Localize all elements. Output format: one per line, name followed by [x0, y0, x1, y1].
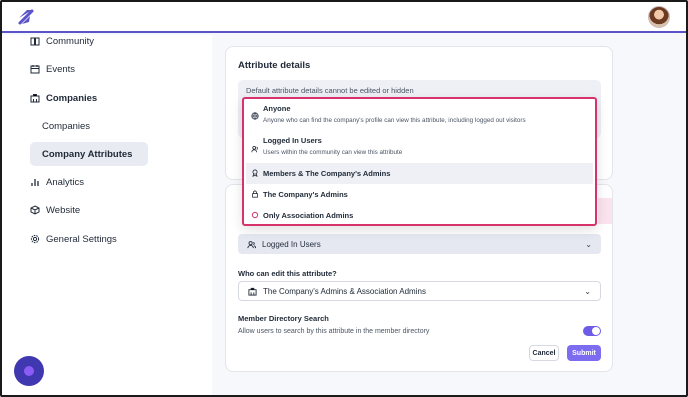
sidebar-item-label: General Settings: [46, 233, 117, 245]
sidebar-item-companies[interactable]: Companies: [30, 86, 97, 110]
option-label: Members & The Company's Admins: [263, 169, 391, 178]
member-search-label: Member Directory Search: [238, 314, 329, 323]
sidebar-item-label: Community: [46, 35, 95, 47]
building-icon: [248, 287, 257, 296]
chat-icon: [24, 366, 34, 376]
chevron-down-icon: ⌄: [585, 239, 592, 249]
member-search-help: Allow users to search by this attribute …: [238, 328, 430, 335]
view-permission-value: Logged In Users: [262, 239, 321, 249]
submit-button[interactable]: Submit: [567, 345, 601, 361]
gear-icon: [30, 234, 40, 244]
dropdown-option-anyone[interactable]: Anyone Anyone who can find the company's…: [246, 101, 593, 130]
edit-permission-select[interactable]: The Company's Admins & Association Admin…: [238, 281, 601, 301]
users-icon: [251, 145, 258, 153]
member-search-toggle[interactable]: [583, 326, 601, 336]
visibility-dropdown-menu: Anyone Anyone who can find the company's…: [242, 97, 597, 226]
dropdown-option-logged-in-users[interactable]: Logged In Users Users within the communi…: [246, 133, 593, 163]
chevron-down-icon: ⌄: [584, 286, 591, 296]
calendar-icon: [30, 65, 40, 74]
sidebar-item-label: Companies: [42, 120, 91, 132]
circle-icon: [251, 211, 259, 219]
top-bar: [2, 2, 686, 33]
sidebar-item-analytics[interactable]: Analytics: [30, 170, 84, 194]
option-label: Anyone: [263, 104, 291, 113]
option-label: Only Association Admins: [263, 211, 354, 220]
option-description: Users within the community can view this…: [263, 149, 403, 156]
cube-icon: [30, 205, 40, 215]
globe-icon: [251, 112, 259, 120]
card-title: Attribute details: [238, 60, 311, 71]
sidebar: Community Events Companies Companies Com…: [2, 35, 212, 395]
book-icon: [30, 37, 40, 46]
lock-icon: [252, 190, 258, 198]
sidebar-item-website[interactable]: Website: [30, 198, 80, 222]
sidebar-item-label: Website: [46, 204, 81, 216]
info-notice-text: Default attribute details cannot be edit…: [246, 86, 414, 95]
users-icon: [247, 240, 256, 248]
option-description: Anyone who can find the company's profil…: [263, 117, 526, 124]
dropdown-option-association-admins[interactable]: Only Association Admins: [246, 205, 593, 226]
building-icon: [30, 94, 40, 103]
edit-permission-value: The Company's Admins & Association Admin…: [263, 286, 426, 296]
app-window: Community Events Companies Companies Com…: [0, 0, 688, 397]
view-permission-select[interactable]: Logged In Users ⌄: [238, 234, 601, 254]
award-icon: [252, 169, 258, 177]
app-logo-icon[interactable]: [16, 8, 36, 26]
option-label: The Company's Admins: [263, 190, 348, 199]
sidebar-item-label: Events: [46, 63, 76, 75]
dropdown-option-company-admins[interactable]: The Company's Admins: [246, 184, 593, 205]
option-label: Logged In Users: [263, 136, 322, 145]
cancel-button[interactable]: Cancel: [529, 345, 559, 361]
highlight-band: [598, 198, 612, 224]
sidebar-item-label: Companies: [46, 92, 98, 104]
edit-permission-label: Who can edit this attribute?: [238, 269, 337, 278]
bar-chart-icon: [31, 179, 39, 186]
user-avatar[interactable]: [648, 6, 670, 28]
dropdown-option-members-admins[interactable]: Members & The Company's Admins: [246, 163, 593, 184]
sidebar-item-general-settings[interactable]: General Settings: [30, 227, 117, 251]
sidebar-item-label: Analytics: [46, 176, 85, 188]
chat-launcher-button[interactable]: [14, 356, 44, 386]
sidebar-subitem-companies[interactable]: Companies: [42, 114, 90, 138]
sidebar-item-community[interactable]: Community: [30, 29, 94, 53]
sidebar-item-events[interactable]: Events: [30, 57, 75, 81]
sidebar-item-label: Company Attributes: [42, 148, 133, 160]
